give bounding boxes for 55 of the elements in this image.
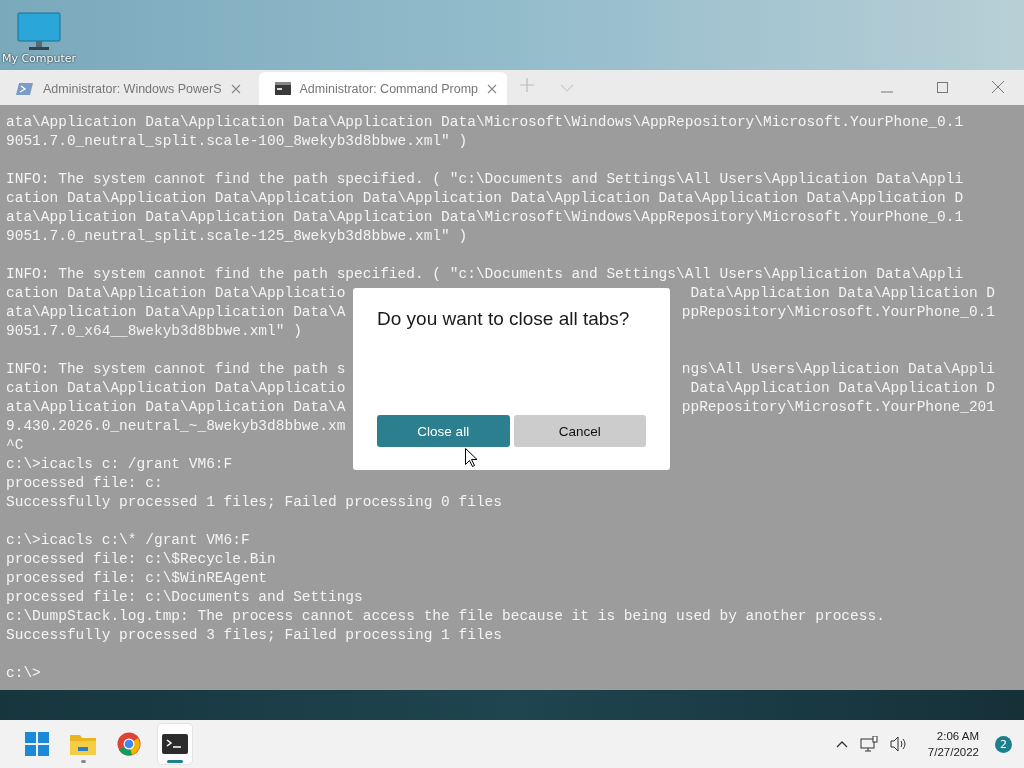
console-line: INFO: The system cannot find the path specified. ( "c:\Documents and Settings\All Users\Application Data\Appli — [6, 171, 964, 187]
console-line: INFO: The system cannot find the path specified. ( "c:\Documents and Settings\All Users\Application Data\Appli — [6, 266, 964, 282]
clock-date[interactable]: 7/27/2022 — [927, 744, 979, 760]
console-line: processed file: c: — [6, 475, 163, 491]
console-line: c:\>icacls c: /grant VM6:F — [6, 456, 233, 472]
console-line: ppRepository\Microsoft.YourPhone_0.1 — [681, 303, 995, 322]
windows-logo-icon — [25, 732, 49, 756]
close-tab-icon[interactable] — [487, 83, 498, 94]
console-line: Successfully processed 1 files; Failed processing 0 files — [6, 494, 502, 510]
maximize-icon[interactable] — [937, 82, 948, 93]
terminal-icon — [162, 734, 188, 754]
console-line: c:\> — [6, 665, 41, 681]
console-line: ata\Application Data\Application Data\A — [6, 398, 346, 417]
cursor-icon — [465, 448, 477, 467]
network-icon[interactable] — [859, 736, 878, 752]
console-line: ppRepository\Microsoft.YourPhone_201 — [681, 398, 995, 417]
console-line: Successfully processed 3 files; Failed processing 1 files — [6, 627, 502, 643]
folder-icon — [70, 733, 96, 755]
powershell-icon — [16, 81, 34, 96]
console-line: Data\Application Data\Application D — [690, 284, 995, 303]
console-line: ngs\All Users\Application Data\Appli — [681, 360, 995, 379]
console-line: c:\DumpStack.log.tmp: The process cannot access the file because it is being used by another process. — [6, 608, 885, 624]
monitor-icon[interactable] — [17, 12, 61, 52]
console-line: ata\Application Data\Application Data\Application Data\Microsoft\Windows\AppRepository\Microsoft.YourPhone_0.1 — [6, 114, 964, 130]
notification-badge[interactable]: 2 — [995, 735, 1012, 753]
tab[interactable]: Administrator: Command Promp — [258, 72, 508, 105]
console-line: cation Data\Application Data\Applicatio — [6, 379, 346, 398]
cancel-button[interactable]: Cancel — [513, 415, 646, 447]
console-line: 9051.7.0_neutral_split.scale-125_8wekyb3d8bbwe.xml" ) — [6, 228, 468, 244]
console-line: ata\Application Data\Application Data\Application Data\Microsoft\Windows\AppRepository\Microsoft.YourPhone_0.1 — [6, 209, 964, 225]
console-line: processed file: c:\Documents and Settings — [6, 589, 363, 605]
dialog-title: Do you want to close all tabs? — [377, 308, 631, 330]
close-icon[interactable] — [992, 81, 1004, 93]
command-prompt-icon — [274, 82, 291, 95]
clock-time[interactable]: 2:06 AM — [936, 728, 979, 744]
desktop-icon-label[interactable]: My Computer — [1, 52, 77, 65]
console-line: 9.430.2026.0_neutral_~_8wekyb3d8bbwe.xm — [6, 418, 346, 434]
console-line: 9051.7.0_x64__8wekyb3d8bbwe.xml" ) — [6, 323, 302, 339]
console-line: Data\Application Data\Application D — [690, 379, 995, 398]
browser-icon — [117, 732, 141, 756]
console-line: cation Data\Application Data\Application Data\Application Data\Application Data\Application Data\Application D — [6, 190, 964, 206]
console-line: processed file: c:\$WinREAgent — [6, 570, 268, 586]
console-line: 9051.7.0_neutral_split.scale-100_8wekyb3d8bbwe.xml" ) — [6, 133, 468, 149]
close-all-button[interactable]: Close all — [377, 415, 510, 447]
console-line: processed file: c:\$Recycle.Bin — [6, 551, 276, 567]
tab[interactable]: Administrator: Windows PowerS — [0, 72, 251, 105]
console-line: INFO: The system cannot find the path s — [6, 360, 346, 379]
speaker-icon[interactable] — [889, 736, 908, 752]
taskbar-button[interactable] — [158, 724, 192, 764]
console-line: c:\>icacls c:\* /grant VM6:F — [6, 532, 250, 548]
console-line: ^C — [6, 437, 24, 453]
close-tab-icon[interactable] — [230, 83, 241, 94]
console-line: ata\Application Data\Application Data\A — [6, 303, 346, 322]
chevron-up-icon[interactable] — [835, 740, 848, 748]
console-line: cation Data\Application Data\Applicatio — [6, 284, 346, 303]
